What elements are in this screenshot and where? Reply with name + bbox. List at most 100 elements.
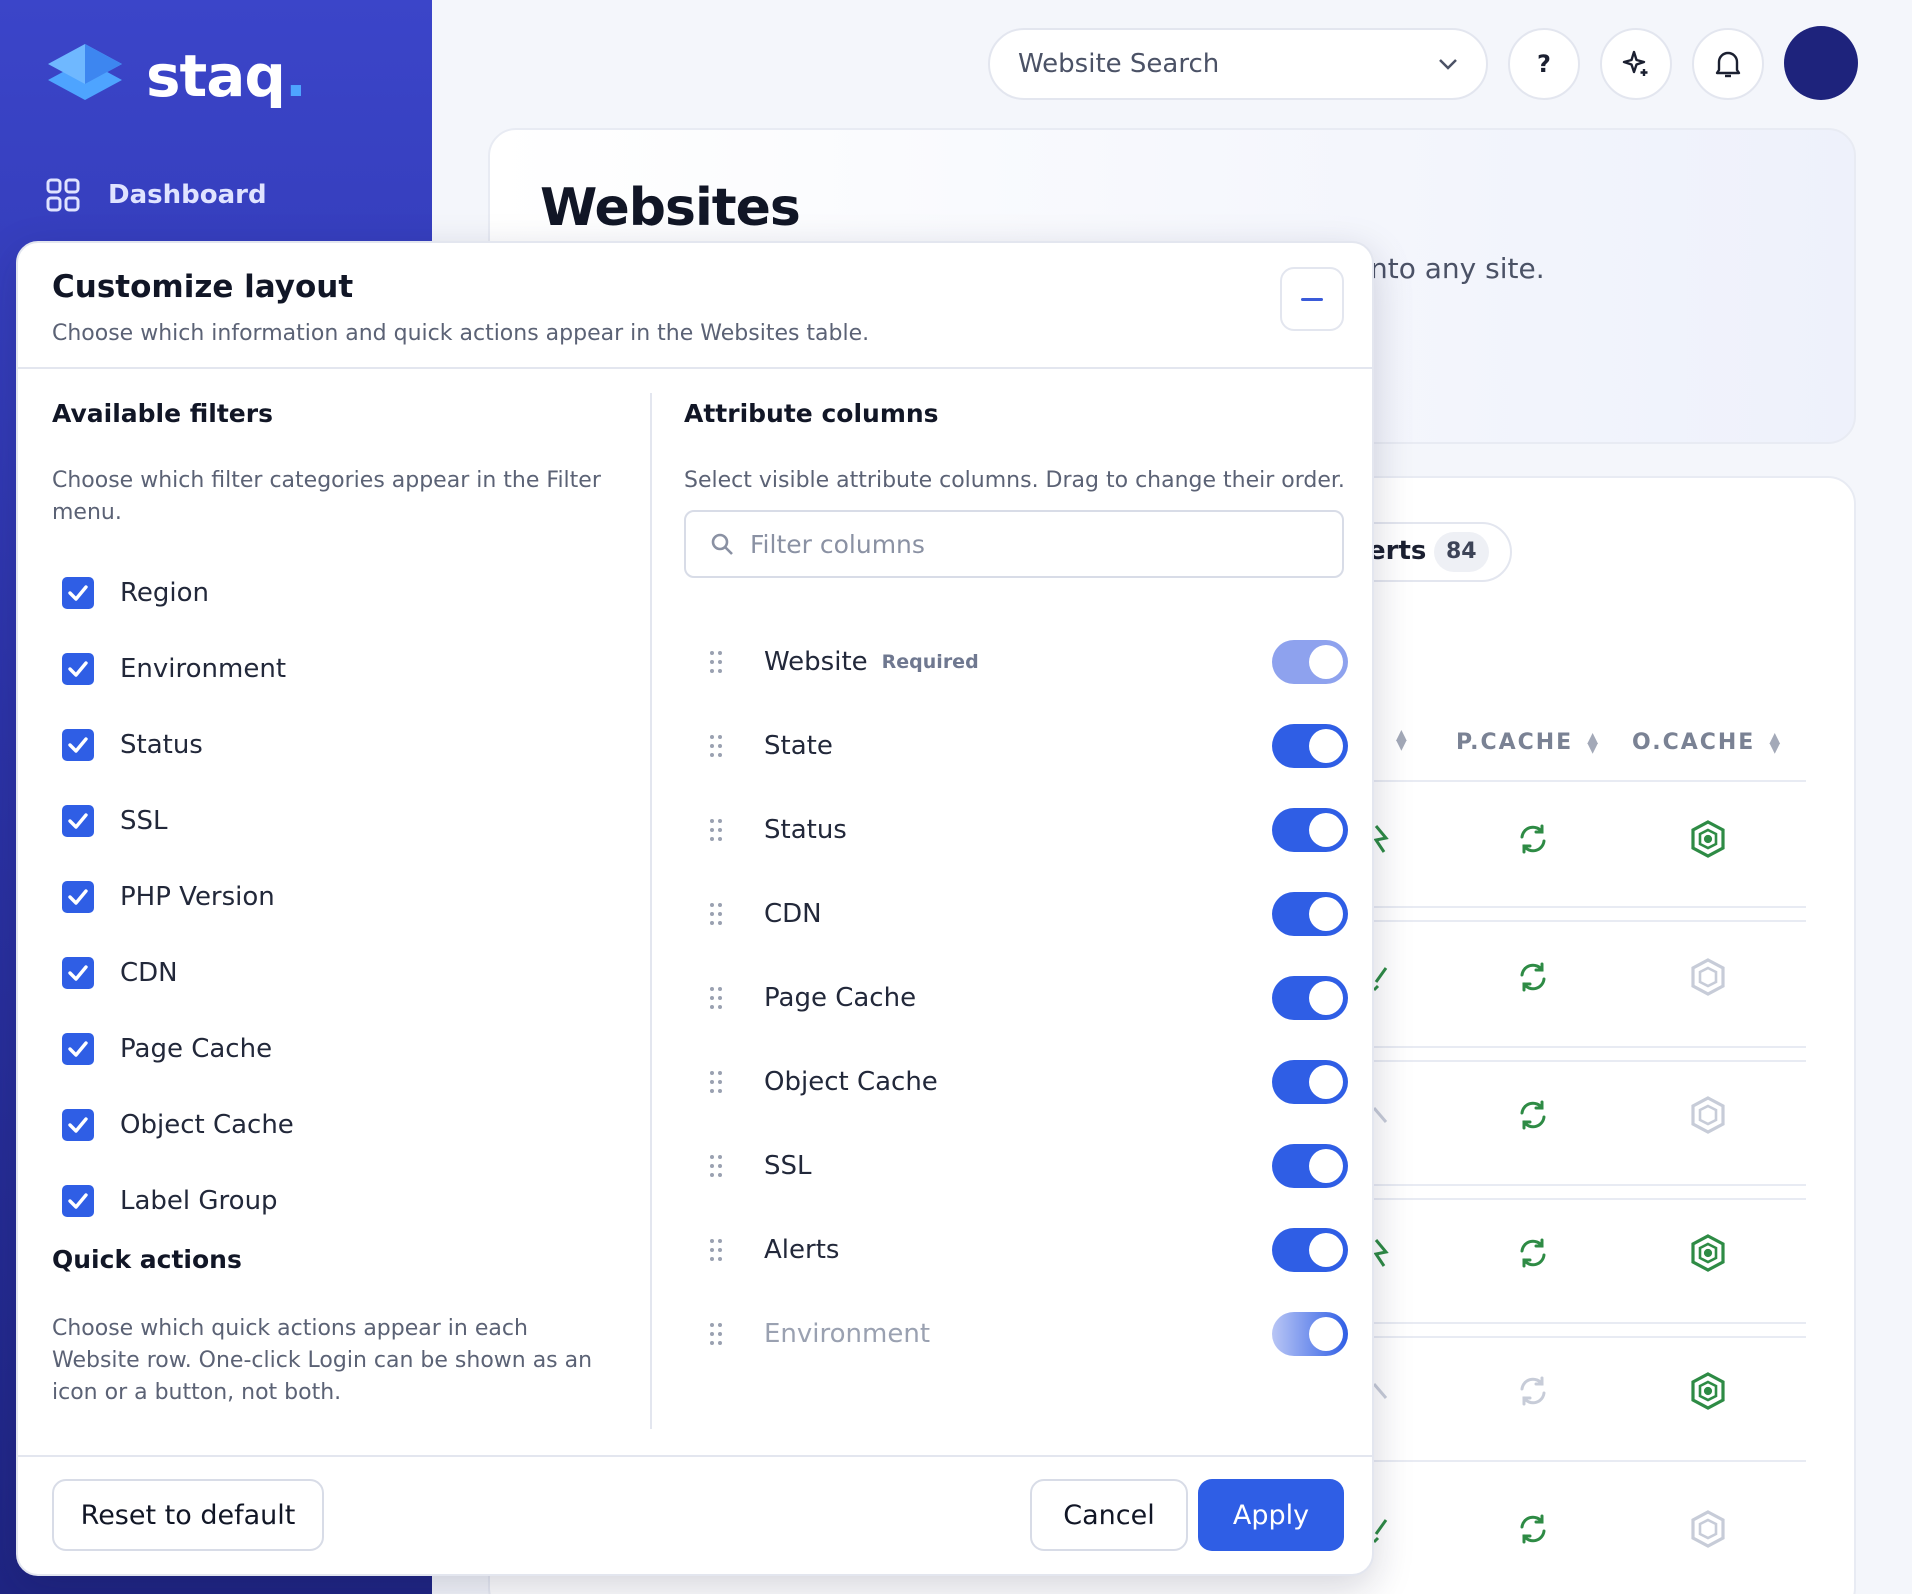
page-cache-active-icon — [1520, 1100, 1546, 1130]
attribute-column-label: Environment — [764, 1319, 931, 1349]
column-header-page-cache[interactable]: P.CACHE ▲ ▼ — [1456, 730, 1600, 755]
attribute-column-label: Alerts — [764, 1235, 840, 1265]
toggle-knob — [1309, 645, 1343, 679]
object-cache-active-icon — [1691, 1372, 1725, 1410]
drag-handle-icon[interactable] — [708, 1321, 724, 1347]
dialog-title: Customize layout — [52, 269, 354, 305]
attribute-column-status[interactable]: Status — [708, 800, 1348, 860]
column-visibility-toggle[interactable] — [1272, 1060, 1348, 1104]
check-icon — [68, 965, 88, 981]
reset-to-default-button[interactable]: Reset to default — [52, 1479, 324, 1551]
sidebar-item-dashboard[interactable]: Dashboard — [46, 178, 267, 212]
filter-option-object-cache[interactable]: Object Cache — [62, 1109, 294, 1141]
filter-columns-field[interactable] — [684, 510, 1344, 578]
brand-logo[interactable]: staq. — [46, 40, 307, 112]
available-filters-title: Available filters — [52, 399, 273, 428]
filter-option-label-group[interactable]: Label Group — [62, 1185, 278, 1217]
apply-button[interactable]: Apply — [1198, 1479, 1344, 1551]
avatar[interactable] — [1784, 26, 1858, 100]
brand-name: staq. — [146, 42, 307, 110]
checkbox-checked[interactable] — [62, 653, 94, 685]
filter-option-label: Label Group — [120, 1186, 278, 1216]
checkbox-checked[interactable] — [62, 1185, 94, 1217]
page-title: Websites — [540, 178, 801, 238]
checkbox-checked[interactable] — [62, 957, 94, 989]
page-cache-active-icon — [1520, 1238, 1546, 1268]
ai-assistant-button[interactable] — [1600, 28, 1672, 100]
filter-option-status[interactable]: Status — [62, 729, 203, 761]
column-visibility-toggle[interactable] — [1272, 892, 1348, 936]
table-row-divider — [1370, 920, 1806, 922]
website-search-select[interactable]: Website Search — [988, 28, 1488, 100]
attribute-column-website[interactable]: Website Required — [708, 632, 1348, 692]
filter-columns-input[interactable] — [750, 529, 1310, 559]
filter-option-cdn[interactable]: CDN — [62, 957, 178, 989]
column-visibility-toggle[interactable] — [1272, 976, 1348, 1020]
attribute-column-environment[interactable]: Environment — [708, 1304, 1348, 1364]
table-row-divider — [1370, 1460, 1806, 1462]
cdn-inactive-icon — [1372, 1383, 1388, 1399]
cancel-button[interactable]: Cancel — [1030, 1479, 1188, 1551]
drag-handle-icon[interactable] — [708, 985, 724, 1011]
attribute-column-page-cache[interactable]: Page Cache — [708, 968, 1348, 1028]
cdn-active-icon — [1372, 967, 1388, 992]
attribute-column-object-cache[interactable]: Object Cache — [708, 1052, 1348, 1112]
column-header-object-cache[interactable]: O.CACHE ▲ ▼ — [1632, 730, 1782, 755]
checkbox-checked[interactable] — [62, 729, 94, 761]
cdn-active-icon — [1373, 1239, 1389, 1267]
checkbox-checked[interactable] — [62, 577, 94, 609]
alerts-count-badge: 84 — [1434, 532, 1489, 572]
website-search-label: Website Search — [1018, 49, 1220, 79]
available-filters-description: Choose which filter categories appear in… — [52, 468, 601, 525]
drag-handle-icon[interactable] — [708, 1237, 724, 1263]
checkbox-checked[interactable] — [62, 1033, 94, 1065]
required-badge: Required — [881, 651, 979, 673]
toggle-knob — [1309, 1065, 1343, 1099]
checkbox-checked[interactable] — [62, 805, 94, 837]
drag-handle-icon[interactable] — [708, 901, 724, 927]
object-cache-active-icon — [1691, 1234, 1725, 1272]
table-row-divider — [1370, 1336, 1806, 1338]
attribute-column-ssl[interactable]: SSL — [708, 1136, 1348, 1196]
column-visibility-toggle[interactable] — [1272, 724, 1348, 768]
staq-logo-icon — [48, 44, 122, 100]
attribute-column-state[interactable]: State — [708, 716, 1348, 776]
filter-option-label: Status — [120, 730, 203, 760]
table-row-divider — [1370, 780, 1806, 782]
check-icon — [68, 889, 88, 905]
filter-option-ssl[interactable]: SSL — [62, 805, 168, 837]
filter-option-label: Environment — [120, 654, 287, 684]
drag-handle-icon[interactable] — [708, 817, 724, 843]
column-visibility-toggle[interactable] — [1272, 808, 1348, 852]
filter-option-region[interactable]: Region — [62, 577, 209, 609]
filter-option-page-cache[interactable]: Page Cache — [62, 1033, 272, 1065]
toggle-knob — [1309, 1317, 1343, 1351]
filter-option-php-version[interactable]: PHP Version — [62, 881, 275, 913]
filter-option-environment[interactable]: Environment — [62, 653, 286, 685]
column-visibility-toggle[interactable] — [1272, 1312, 1348, 1356]
table-row-divider — [1370, 1198, 1806, 1200]
drag-handle-icon[interactable] — [708, 649, 724, 675]
column-visibility-toggle[interactable] — [1272, 1144, 1348, 1188]
notifications-button[interactable] — [1692, 28, 1764, 100]
attribute-column-label: Page Cache — [764, 983, 917, 1013]
checkbox-checked[interactable] — [62, 1109, 94, 1141]
chevron-down-icon — [1439, 59, 1457, 70]
dialog-subtitle: Choose which information and quick actio… — [52, 321, 870, 346]
filter-option-label: Page Cache — [120, 1034, 273, 1064]
check-icon — [68, 1193, 88, 1209]
drag-handle-icon[interactable] — [708, 1153, 724, 1179]
column-visibility-toggle[interactable] — [1272, 1228, 1348, 1272]
column-header-cdn-sort[interactable]: ▲ ▼ — [1382, 728, 1409, 752]
help-button[interactable]: ? — [1508, 28, 1580, 100]
attribute-column-alerts[interactable]: Alerts — [708, 1220, 1348, 1280]
checkbox-checked[interactable] — [62, 881, 94, 913]
page-cache-active-icon — [1520, 962, 1546, 992]
collapse-button[interactable] — [1280, 267, 1344, 331]
sparkle-icon — [1622, 50, 1648, 76]
attribute-column-cdn[interactable]: CDN — [708, 884, 1348, 944]
drag-handle-icon[interactable] — [708, 733, 724, 759]
attribute-column-label: State — [764, 731, 833, 761]
object-cache-inactive-icon — [1691, 1510, 1725, 1548]
drag-handle-icon[interactable] — [708, 1069, 724, 1095]
